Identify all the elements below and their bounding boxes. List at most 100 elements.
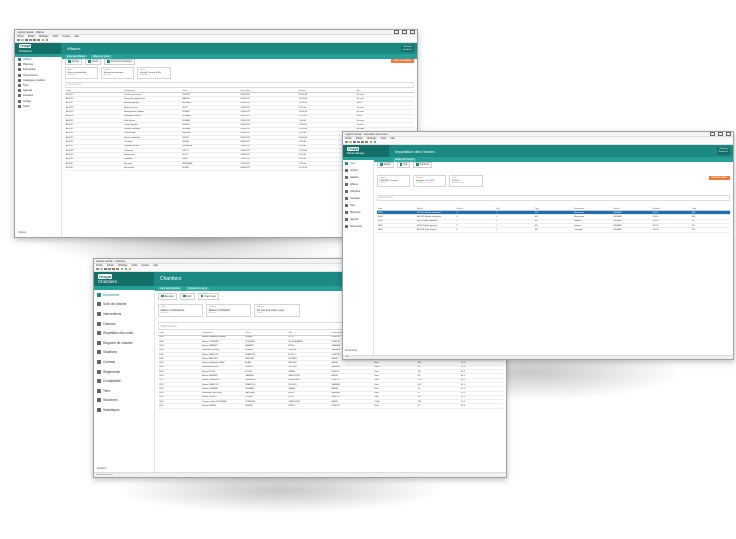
sidebar-item[interactable]: Ouvrages: [343, 195, 373, 202]
open-icon[interactable]: [21, 38, 24, 42]
save-icon[interactable]: [104, 267, 107, 271]
menu-tools[interactable]: Outils: [52, 36, 58, 38]
menu-help[interactable]: Aide: [74, 36, 79, 38]
add-button[interactable]: Ajouter: [158, 292, 178, 300]
open-button[interactable]: Ouvrir: [85, 58, 102, 65]
sidebar-item[interactable]: Comptabilité: [94, 376, 154, 386]
sidebar-item[interactable]: Situations: [94, 348, 154, 358]
export-icon[interactable]: [373, 140, 377, 144]
menu-edit[interactable]: Edition: [107, 265, 114, 267]
filter-icon[interactable]: [128, 267, 132, 271]
print-button[interactable]: Imprimer: [413, 161, 433, 168]
sidebar-item[interactable]: Répartition des coûts: [94, 328, 154, 338]
sidebar-item[interactable]: Articles: [343, 167, 373, 174]
print-icon[interactable]: [29, 38, 32, 42]
sidebar-item[interactable]: Documents: [343, 223, 373, 230]
maximize-icon[interactable]: [718, 132, 723, 136]
refresh-icon[interactable]: [45, 38, 49, 42]
summary-card[interactable]: Adresse 12 rue des Lilas, Lyon 69003: [254, 304, 300, 318]
info-button[interactable]: Voir les informations: [104, 58, 136, 65]
sidebar-settings[interactable]: Paramètres: [345, 349, 357, 352]
summary-card[interactable]: Client Société Durand & Fils Particulier: [137, 67, 171, 79]
summary-card[interactable]: Client Maison Individuelle Particulier: [158, 304, 204, 318]
table-row[interactable]: 09/04 AF-0131 Salle de bain 8 1 HN Carrelage L…: [377, 227, 730, 233]
menu-file[interactable]: Fichier: [345, 138, 352, 140]
sidebar-item[interactable]: Structures: [94, 396, 154, 406]
close-icon[interactable]: [410, 30, 415, 34]
menu-view[interactable]: Affichage: [118, 265, 128, 267]
maximize-icon[interactable]: [402, 30, 407, 34]
sidebar-item[interactable]: Documents: [94, 290, 154, 300]
sidebar-item[interactable]: Factures: [94, 319, 154, 329]
sidebar-item[interactable]: Interventions: [94, 309, 154, 319]
menu-tools[interactable]: Outils: [131, 265, 137, 267]
search-input[interactable]: ⌕ Rechercher...: [377, 194, 730, 201]
new-icon[interactable]: [345, 140, 348, 144]
sidebar-item[interactable]: Plannings: [343, 209, 373, 216]
delete-icon[interactable]: [361, 140, 364, 144]
sidebar-item[interactable]: Statistiques: [94, 405, 154, 415]
new-icon[interactable]: [17, 38, 20, 42]
delete-icon[interactable]: [112, 267, 115, 271]
sidebar-options[interactable]: Options: [97, 466, 107, 470]
export-icon[interactable]: [124, 267, 128, 271]
paste-icon[interactable]: [41, 38, 45, 42]
menu-file[interactable]: Fichier: [17, 36, 24, 38]
sidebar-item[interactable]: Salariés: [343, 174, 373, 181]
menu-help[interactable]: Aide: [153, 265, 158, 267]
open-icon[interactable]: [100, 267, 103, 271]
menu-view[interactable]: Affichage: [39, 36, 49, 38]
summary-card[interactable]: Total 39,00 h Heures saisies: [449, 175, 483, 187]
sidebar-item[interactable]: Rapports de chantier: [94, 338, 154, 348]
print-icon[interactable]: [108, 267, 111, 271]
menu-tools[interactable]: Outils: [380, 138, 386, 140]
sidebar-item[interactable]: Affaires: [343, 181, 373, 188]
copy-icon[interactable]: [365, 140, 369, 144]
new-entry-button[interactable]: Nouvelle saisie: [708, 176, 730, 180]
minimize-icon[interactable]: [394, 30, 399, 34]
sidebar-item[interactable]: Taux: [343, 202, 373, 209]
cut-icon[interactable]: [33, 38, 36, 42]
sidebar-options[interactable]: Options: [18, 231, 26, 234]
sidebar-item[interactable]: Tiers: [94, 386, 154, 396]
menu-edit[interactable]: Edition: [28, 36, 35, 38]
view-button[interactable]: Voir: [396, 161, 411, 168]
sidebar-item[interactable]: Suivi de chantier: [94, 300, 154, 310]
save-icon[interactable]: [25, 38, 28, 42]
view-button[interactable]: Voir: [180, 292, 195, 300]
table-row[interactable]: C017 Maison PERRIN PERRIN IRIGNY DUMONT Neuf 9…: [158, 403, 503, 409]
print-icon[interactable]: [357, 140, 360, 144]
close-icon[interactable]: [726, 132, 731, 136]
open-icon[interactable]: [349, 140, 352, 144]
summary-card[interactable]: Salarié LEBLANC Thomas Ouvrier: [377, 175, 411, 187]
menu-window[interactable]: Fenêtre: [141, 265, 149, 267]
print-button[interactable]: Imprimer: [197, 292, 220, 300]
add-button[interactable]: Ajouter: [65, 58, 83, 65]
menu-file[interactable]: Fichier: [96, 265, 103, 267]
copy-icon[interactable]: [116, 267, 120, 271]
summary-card[interactable]: Affaire Maison individuelle Montant HT: [65, 67, 99, 79]
summary-card[interactable]: Période Semaine 14 - 2021 Du 05/04 au 11/0…: [413, 175, 447, 187]
save-icon[interactable]: [353, 140, 356, 144]
summary-card[interactable]: Chantier Rénovation bureaux En cours: [101, 67, 135, 79]
validate-button[interactable]: Valider: [377, 161, 394, 168]
menu-window[interactable]: Fenêtre: [62, 36, 70, 38]
user-box[interactable]: Utilisateur Société 01: [400, 44, 414, 53]
paste-icon[interactable]: [369, 140, 373, 144]
summary-card[interactable]: Chantier Maison PONCET En cours: [206, 304, 252, 318]
sidebar-item[interactable]: Agenda: [343, 216, 373, 223]
paste-icon[interactable]: [120, 267, 124, 271]
new-icon[interactable]: [96, 267, 99, 271]
sidebar-item[interactable]: Contrats: [94, 357, 154, 367]
menu-help[interactable]: Aide: [390, 138, 395, 140]
search-input[interactable]: ⌕ Rechercher...: [65, 81, 414, 88]
sidebar-item[interactable]: Stock: [15, 104, 61, 109]
menu-view[interactable]: Affichage: [367, 138, 377, 140]
create-affaire-button[interactable]: Créer une affaire: [390, 59, 414, 63]
menu-edit[interactable]: Edition: [356, 138, 363, 140]
copy-icon[interactable]: [37, 38, 41, 42]
sidebar-item[interactable]: Règlements: [94, 367, 154, 377]
sidebar-item[interactable]: Tiers: [343, 160, 373, 167]
user-box[interactable]: Utilisateur Société 01: [716, 147, 730, 155]
sidebar-item[interactable]: Chantiers: [343, 188, 373, 195]
